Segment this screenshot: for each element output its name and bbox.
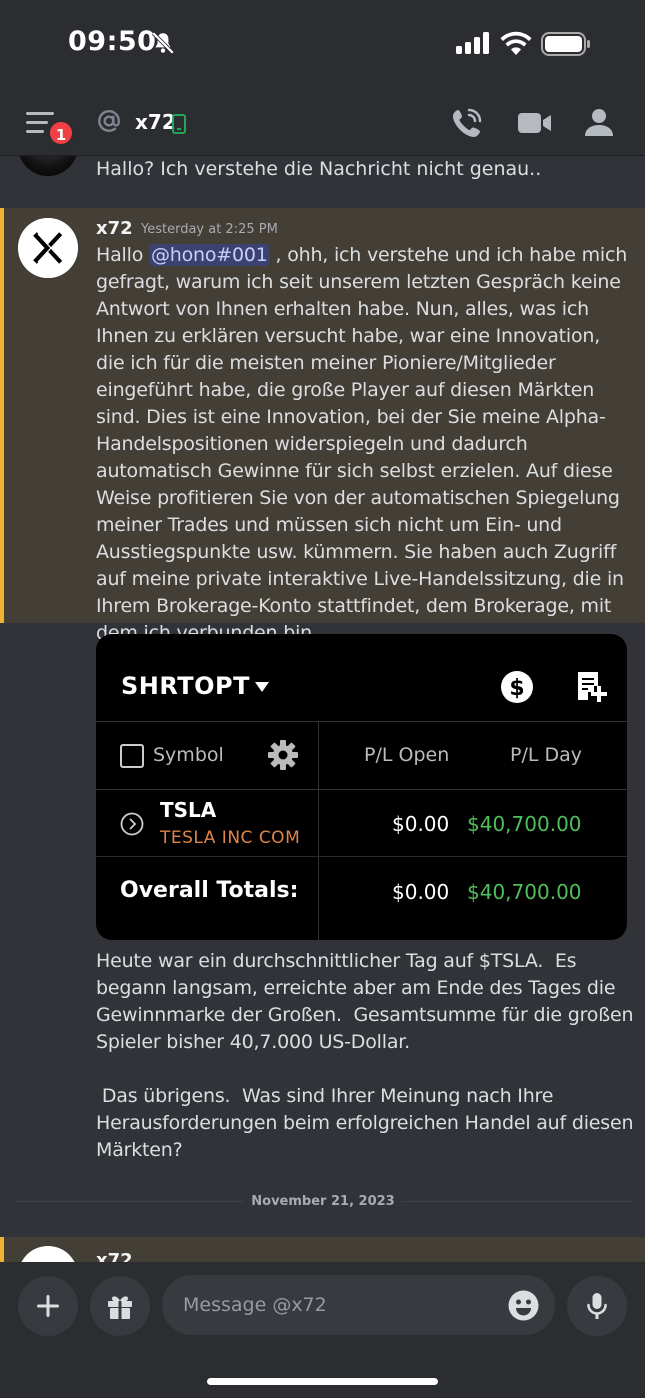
signal-icon	[456, 32, 489, 54]
message-input[interactable]	[162, 1275, 555, 1335]
at-icon	[98, 110, 120, 132]
totals-pl-open: $0.00	[392, 880, 450, 904]
divider	[318, 721, 319, 940]
members-icon[interactable]	[582, 107, 616, 139]
date-divider-label: November 21, 2023	[251, 1194, 395, 1209]
home-indicator[interactable]	[207, 1378, 438, 1385]
user-mention[interactable]: @hono#001	[148, 244, 270, 266]
voice-message-button[interactable]	[567, 1276, 627, 1336]
message-text: Heute war ein durchschnittlicher Tag auf…	[96, 950, 634, 1161]
wifi-icon	[500, 31, 532, 55]
column-header-pl-open: P/L Open	[364, 744, 450, 766]
image-attachment[interactable]: SHRTOPT $ Symbol P/L Open P/L Day TSLA T…	[96, 634, 627, 940]
microphone-icon	[587, 1293, 607, 1319]
totals-label: Overall Totals:	[120, 878, 299, 903]
video-icon[interactable]	[516, 108, 552, 138]
mobile-icon	[172, 114, 186, 134]
battery-icon	[541, 32, 590, 56]
position-symbol: TSLA	[160, 798, 217, 822]
totals-pl-day: $40,700.00	[467, 880, 582, 904]
gift-button[interactable]	[90, 1276, 150, 1336]
select-all-checkbox	[120, 744, 144, 768]
column-header-pl-day: P/L Day	[510, 744, 583, 766]
gift-icon	[108, 1296, 132, 1319]
message-text: Hallo @hono#001 , ohh, ich verstehe und …	[96, 244, 628, 644]
divider	[14, 1201, 244, 1202]
message-text: Hallo? Ich verstehe die Nachricht nicht …	[96, 158, 542, 180]
message-author[interactable]: x72	[96, 218, 133, 239]
message-composer	[0, 1262, 645, 1398]
position-pl-open: $0.00	[392, 812, 450, 836]
position-pl-day: $40,700.00	[467, 812, 582, 836]
gear-icon	[268, 740, 298, 770]
plus-icon	[37, 1295, 59, 1317]
add-list-icon	[578, 672, 607, 702]
divider	[96, 789, 627, 790]
avatar[interactable]	[18, 218, 78, 278]
divider	[402, 1201, 632, 1202]
divider	[96, 856, 627, 857]
divider	[96, 721, 627, 722]
caret-down-icon	[255, 682, 269, 692]
expand-icon	[120, 812, 144, 836]
status-time: 09:50	[68, 26, 157, 57]
attach-button[interactable]	[18, 1276, 78, 1336]
account-title: SHRTOPT	[121, 672, 251, 700]
dm-username[interactable]: x72	[135, 110, 176, 134]
position-name: TESLA INC COM	[160, 828, 301, 848]
message-timestamp: Yesterday at 2:25 PM	[141, 222, 278, 237]
message-author[interactable]: x72	[96, 1250, 133, 1262]
unread-badge: 1	[48, 120, 74, 146]
emoji-icon[interactable]	[508, 1290, 539, 1321]
phone-call-icon[interactable]	[450, 106, 484, 140]
dm-header: 1 x72	[0, 90, 645, 156]
column-header-symbol: Symbol	[153, 744, 224, 766]
date-divider: November 21, 2023	[14, 1192, 632, 1212]
svg-text:$: $	[509, 676, 524, 701]
message-list[interactable]: Hallo? Ich verstehe die Nachricht nicht …	[0, 156, 645, 1262]
status-bar: 09:50	[0, 0, 645, 90]
dollar-icon: $	[501, 671, 533, 703]
x-logo-icon	[18, 218, 78, 278]
avatar[interactable]	[18, 156, 78, 176]
bell-muted-icon	[151, 31, 175, 55]
